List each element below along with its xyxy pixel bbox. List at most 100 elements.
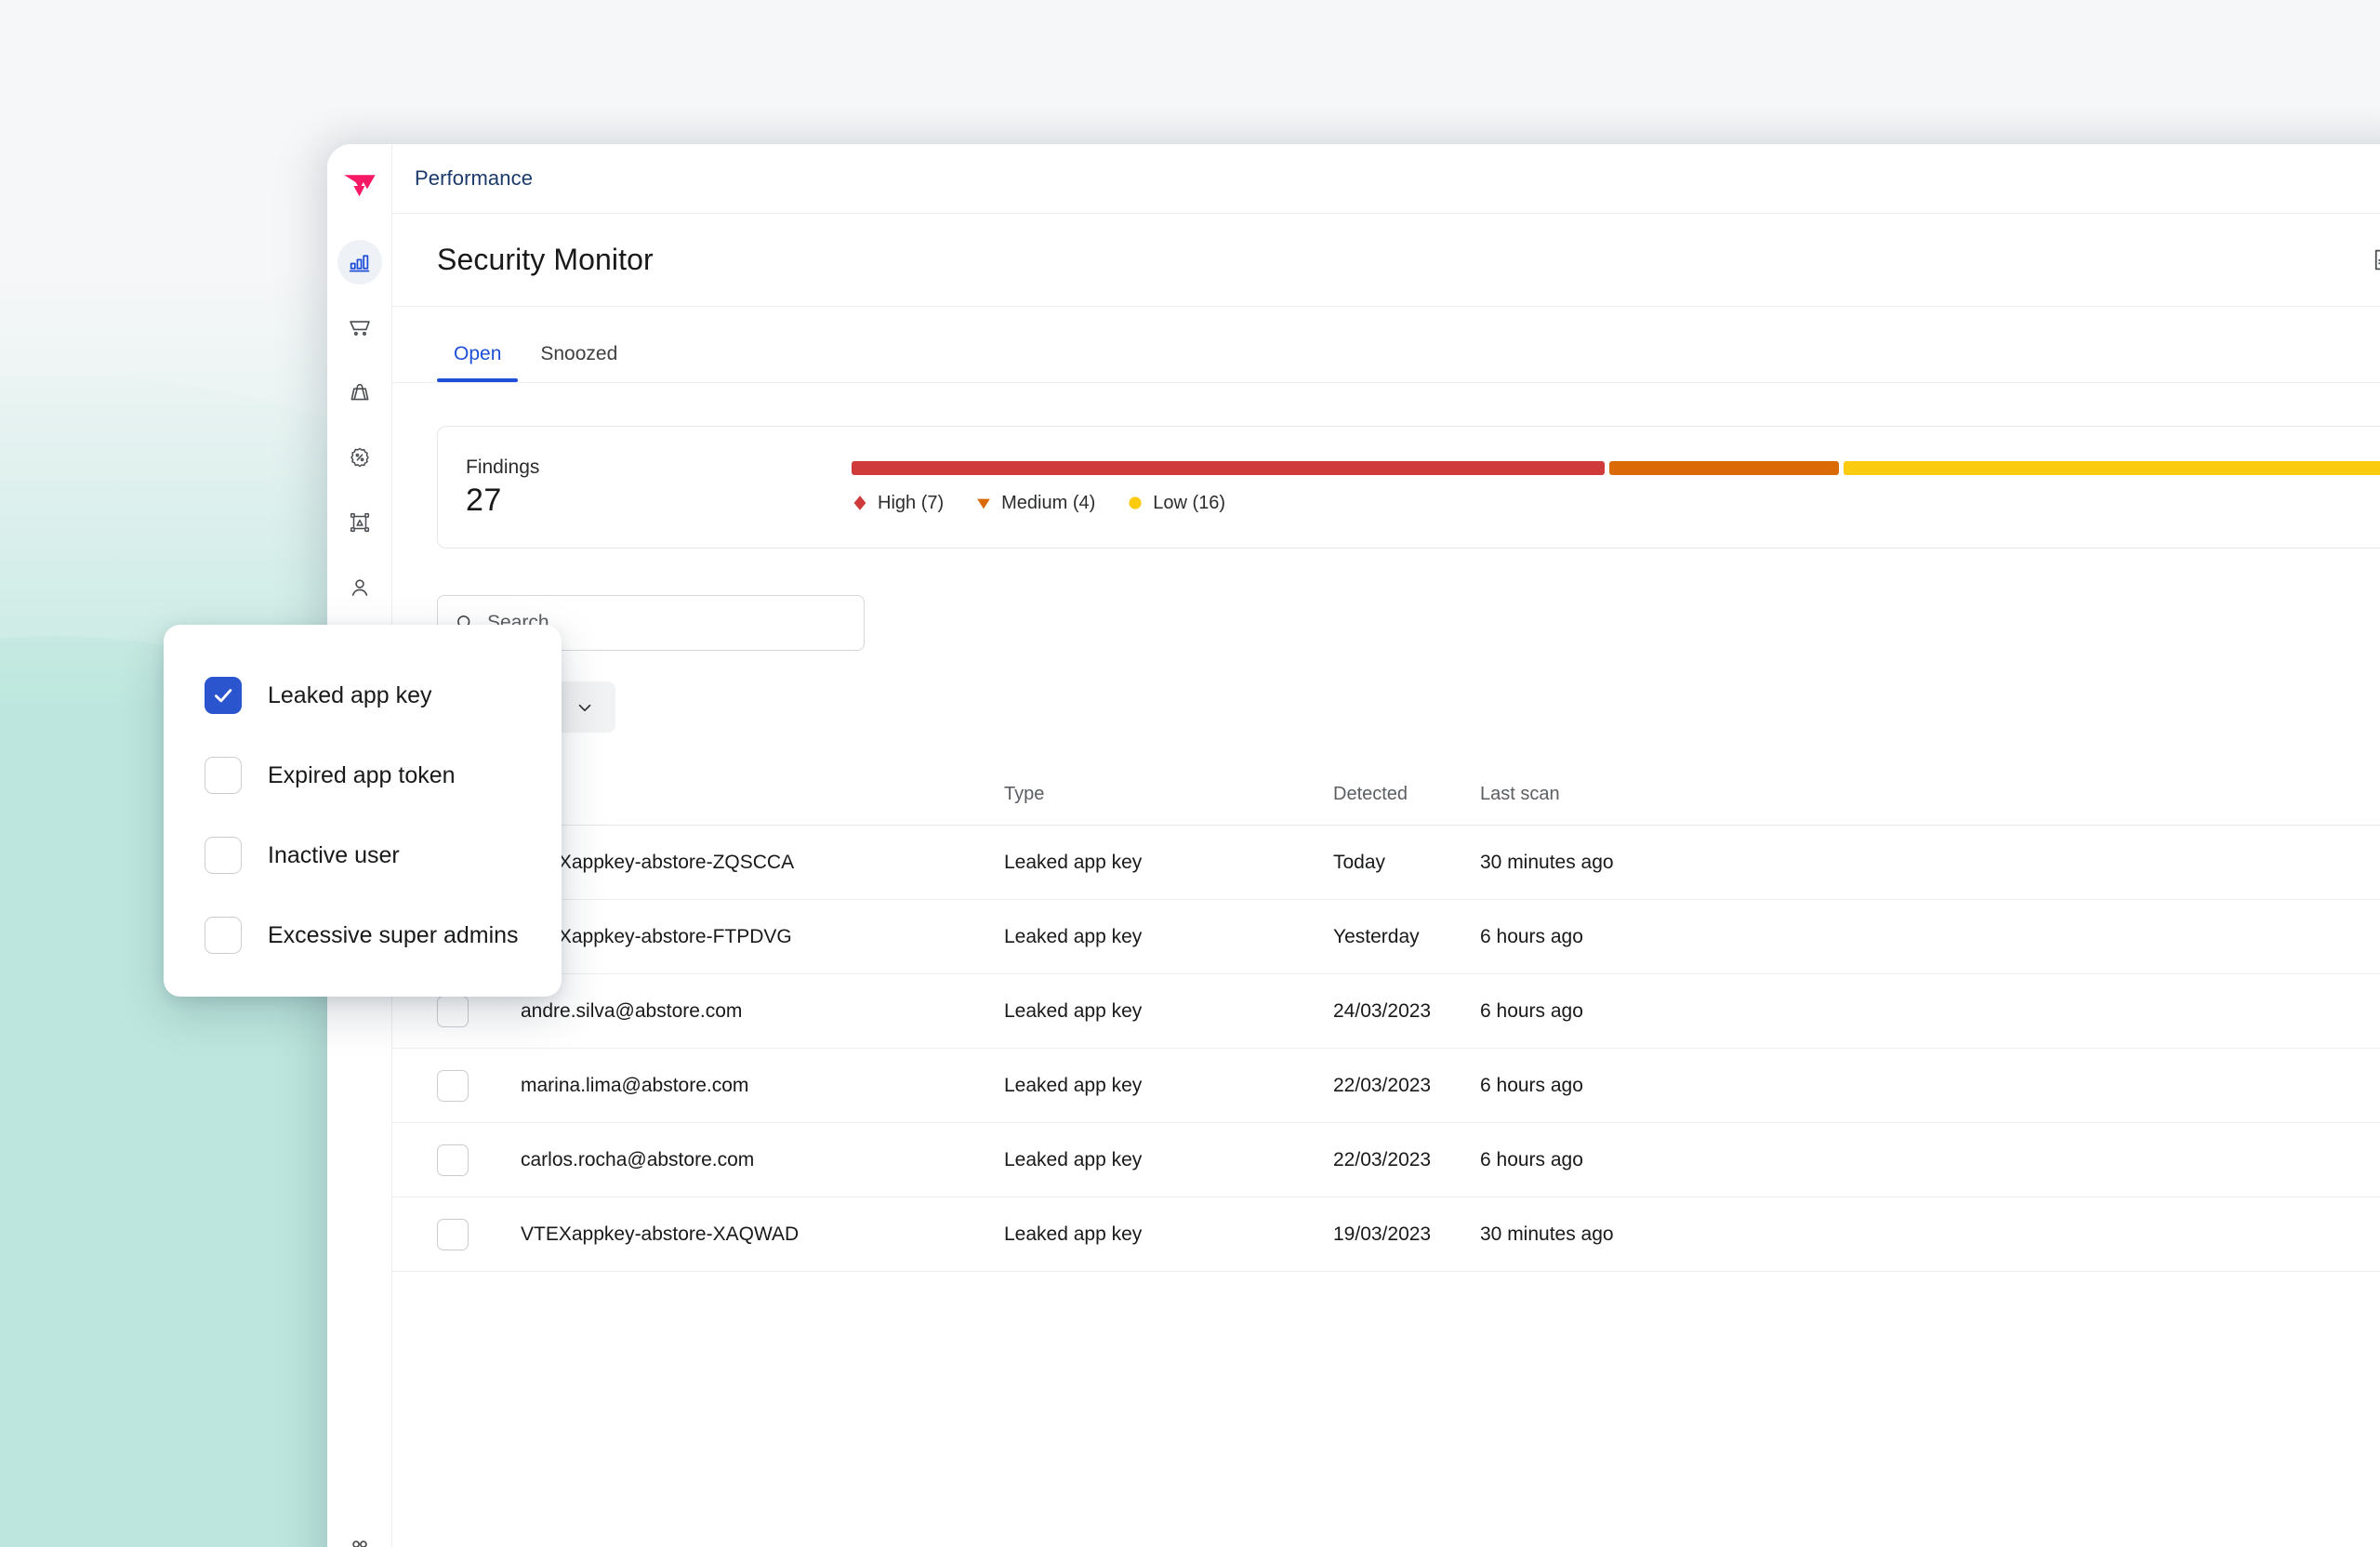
table-row[interactable]: VTEXappkey-abstore-XAQWAD Leaked app key… (392, 1197, 2380, 1272)
severity-segment-high (852, 460, 1605, 475)
cell-last-scan: 6 hours ago (1480, 925, 1583, 947)
tab-open[interactable]: Open (437, 343, 519, 382)
severity-segment-medium (1609, 460, 1839, 475)
sidebar-bottom (327, 1526, 392, 1547)
cell-detected: Yesterday (1333, 925, 1420, 947)
cell-last-scan: 6 hours ago (1480, 1148, 1583, 1170)
cell-type: Leaked app key (1004, 851, 1143, 873)
severity-stacked-bar (852, 460, 2380, 475)
legend-label-low: Low (16) (1153, 492, 1226, 513)
row-checkbox[interactable] (437, 1069, 469, 1102)
cell-name: marina.lima@abstore.com (521, 1074, 749, 1096)
cell-name: VTEXappkey-abstore-ZQSCCA (521, 851, 795, 873)
cell-detected: 22/03/2023 (1333, 1074, 1432, 1096)
cell-name: andre.silva@abstore.com (521, 999, 743, 1022)
filter-option-label: Inactive user (268, 841, 400, 868)
legend-item-medium: Medium (4) (975, 493, 1095, 514)
page-header: Security Monitor (392, 214, 2380, 307)
findings-count: 27 (466, 482, 502, 518)
tab-snoozed[interactable]: Snoozed (523, 343, 634, 382)
filter-option-excessive-super-admins[interactable]: Excessive super admins (164, 907, 562, 963)
sidebar-item-apps[interactable] (337, 1526, 382, 1547)
legend-label-medium: Medium (4) (1001, 492, 1096, 513)
row-checkbox[interactable] (437, 995, 469, 1027)
filter-option-label: Expired app token (268, 761, 456, 788)
cell-last-scan: 30 minutes ago (1480, 1223, 1614, 1245)
severity-segment-low (1844, 460, 2380, 475)
cell-name: VTEXappkey-abstore-XAQWAD (521, 1223, 800, 1245)
cell-type: Leaked app key (1004, 1074, 1143, 1096)
discount-badge-icon (350, 447, 369, 468)
sidebar-item-orders[interactable] (337, 305, 382, 350)
legend-item-high: High (7) (852, 493, 944, 514)
sidebar-item-customers[interactable] (337, 565, 382, 610)
filter-option-checkbox[interactable] (205, 837, 242, 874)
triangle-down-marker (977, 498, 990, 509)
type-filter-dropdown[interactable]: Leaked app key Expired app token Inactiv… (164, 625, 562, 997)
legend-label-high: High (7) (878, 492, 945, 513)
sidebar-item-analytics[interactable] (337, 240, 382, 284)
breadcrumb[interactable]: Performance (415, 166, 533, 191)
table-row[interactable]: marina.lima@abstore.com Leaked app key 2… (392, 1049, 2380, 1123)
findings-table: Type Detected Last scan VTEXappkey-absto… (392, 764, 2380, 1272)
row-checkbox[interactable] (437, 1144, 469, 1176)
topbar: Performance (392, 144, 2380, 214)
filter-option-label: Excessive super admins (268, 921, 519, 948)
page-title: Security Monitor (437, 243, 654, 276)
table-row[interactable]: VTEXappkey-abstore-ZQSCCA Leaked app key… (392, 826, 2380, 900)
sidebar-item-catalog[interactable] (337, 370, 382, 415)
cell-last-scan: 6 hours ago (1480, 999, 1583, 1022)
bar-chart-icon (349, 254, 370, 271)
sidebar-item-content[interactable] (337, 500, 382, 545)
filter-option-leaked-app-key[interactable]: Leaked app key (164, 668, 562, 723)
diamond-marker (853, 496, 866, 510)
table-row[interactable]: VTEXappkey-abstore-FTPDVG Leaked app key… (392, 900, 2380, 974)
cell-type: Leaked app key (1004, 925, 1143, 947)
cell-detected: 19/03/2023 (1333, 1223, 1432, 1245)
shopping-cart-icon (349, 321, 370, 336)
cell-type: Leaked app key (1004, 999, 1143, 1022)
table-header-row: Type Detected Last scan (392, 764, 2380, 826)
row-select-cell[interactable] (437, 995, 521, 1027)
cell-name: VTEXappkey-abstore-FTPDVG (521, 925, 792, 947)
table-row[interactable]: andre.silva@abstore.com Leaked app key 2… (392, 974, 2380, 1049)
cell-detected: 22/03/2023 (1333, 1148, 1432, 1170)
table-row[interactable]: carlos.rocha@abstore.com Leaked app key … (392, 1123, 2380, 1197)
cell-name: carlos.rocha@abstore.com (521, 1148, 755, 1170)
filter-option-expired-app-token[interactable]: Expired app token (164, 747, 562, 803)
column-header-type: Type (1004, 784, 1045, 804)
filter-option-checkbox[interactable] (205, 757, 242, 794)
findings-label: Findings (466, 456, 540, 478)
chevron-down-icon (578, 704, 591, 711)
row-select-cell[interactable] (437, 1069, 521, 1102)
findings-summary-left: Findings 27 (466, 456, 642, 519)
user-icon (351, 579, 367, 596)
app-window: Performance Security Monitor Open Snooze… (327, 144, 2380, 1547)
tab-bar: Open Snoozed (392, 307, 2380, 383)
filter-row: Type: Filter (437, 681, 2380, 733)
row-select-cell[interactable] (437, 1144, 521, 1176)
cell-last-scan: 30 minutes ago (1480, 851, 1614, 873)
cell-last-scan: 6 hours ago (1480, 1074, 1583, 1096)
severity-breakdown: High (7) Medium (4) Low (16) (642, 460, 2380, 514)
circle-marker (1129, 496, 1142, 509)
check-icon (215, 689, 232, 703)
document-report-icon[interactable] (2361, 240, 2380, 281)
main-content: Performance Security Monitor Open Snooze… (392, 144, 2380, 1547)
image-placeholder-icon (350, 512, 369, 533)
sidebar-item-promotions[interactable] (337, 435, 382, 480)
filter-option-checkbox[interactable] (205, 677, 242, 714)
cell-detected: Today (1333, 851, 1386, 873)
column-header-last-scan: Last scan (1480, 784, 1560, 804)
shopping-bag-icon (350, 383, 368, 401)
severity-legend: High (7) Medium (4) Low (16) (852, 493, 2380, 514)
legend-item-low: Low (16) (1127, 493, 1225, 514)
filter-option-checkbox[interactable] (205, 917, 242, 954)
row-checkbox[interactable] (437, 1218, 469, 1250)
cell-type: Leaked app key (1004, 1223, 1143, 1245)
filter-option-label: Leaked app key (268, 681, 432, 708)
row-select-cell[interactable] (437, 1218, 521, 1250)
vtex-logo[interactable] (339, 169, 380, 210)
cell-type: Leaked app key (1004, 1148, 1143, 1170)
filter-option-inactive-user[interactable]: Inactive user (164, 827, 562, 883)
